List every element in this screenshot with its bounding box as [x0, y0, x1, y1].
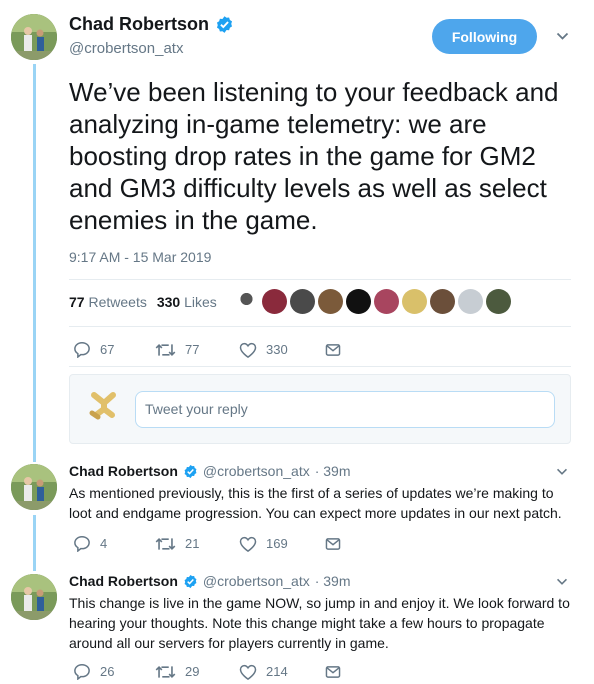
retweet-button[interactable]: 29 [155, 664, 239, 680]
tweet-actions: 4 21 169 [73, 535, 341, 552]
author-handle[interactable]: @crobertson_atx [69, 40, 183, 57]
reply-icon [74, 535, 90, 552]
liker-avatar[interactable] [402, 289, 427, 314]
author-header[interactable]: Chad Robertson [69, 14, 234, 35]
reply-icon [74, 341, 90, 358]
reply-header: Chad Robertson @crobertson_atx · 39m [69, 463, 351, 479]
reply-button[interactable]: 4 [73, 535, 155, 552]
liker-avatar[interactable] [486, 289, 511, 314]
liker-avatar[interactable] [346, 289, 371, 314]
retweet-icon [155, 537, 176, 550]
reply-count: 26 [100, 664, 115, 679]
avatar[interactable] [11, 464, 57, 510]
direct-message-button[interactable] [325, 665, 341, 679]
reply-button[interactable]: 26 [73, 663, 155, 680]
tweet-actions: 67 77 330 [73, 341, 341, 358]
chevron-down-icon[interactable] [556, 32, 569, 41]
reply-header: Chad Robertson @crobertson_atx · 39m [69, 573, 351, 589]
liker-avatar[interactable] [290, 289, 315, 314]
tweet-text: We’ve been listening to your feedback an… [69, 77, 559, 235]
retweet-count: 29 [185, 664, 200, 679]
liker-avatar[interactable] [430, 289, 455, 314]
reply-button[interactable]: 67 [73, 341, 155, 358]
tweet-timestamp[interactable]: 9:17 AM - 15 Mar 2019 [69, 249, 211, 265]
retweet-button[interactable]: 21 [155, 536, 239, 552]
message-icon [325, 665, 341, 678]
avatar[interactable] [11, 14, 57, 60]
divider [69, 326, 571, 327]
verified-badge-icon [184, 574, 197, 588]
likers-avatars [234, 289, 511, 314]
retweet-icon [155, 343, 176, 356]
verified-badge-icon [216, 16, 233, 33]
tweet-actions: 26 29 214 [73, 663, 341, 680]
liker-avatar[interactable] [262, 289, 287, 314]
following-button[interactable]: Following [432, 19, 537, 54]
liker-avatar[interactable] [458, 289, 483, 314]
like-count: 169 [266, 536, 288, 551]
like-button[interactable]: 169 [239, 536, 325, 552]
verified-badge-icon [184, 464, 197, 478]
avatar[interactable] [11, 574, 57, 620]
liker-avatar[interactable] [318, 289, 343, 314]
tweet-stats: 77 Retweets 330 Likes [69, 294, 217, 310]
divider [69, 279, 571, 280]
tweet-time[interactable]: · 39m [315, 573, 351, 589]
author-handle[interactable]: @crobertson_atx [203, 573, 310, 589]
divider [69, 366, 571, 367]
user-avatar-icon[interactable] [86, 389, 120, 423]
like-count: 214 [266, 664, 288, 679]
like-icon [239, 536, 257, 552]
tweet-time[interactable]: · 39m [315, 463, 351, 479]
author-handle[interactable]: @crobertson_atx [203, 463, 310, 479]
direct-message-button[interactable] [325, 537, 341, 551]
retweets-stat[interactable]: 77 Retweets [69, 294, 147, 310]
retweet-button[interactable]: 77 [155, 342, 239, 358]
like-icon [239, 664, 257, 680]
retweet-icon [155, 665, 176, 678]
reply-count: 67 [100, 342, 115, 357]
thread-line [33, 64, 36, 462]
likes-stat[interactable]: 330 Likes [157, 294, 217, 310]
retweet-count: 21 [185, 536, 200, 551]
direct-message-button[interactable] [325, 343, 341, 357]
reply-icon [74, 663, 90, 680]
like-icon [239, 342, 257, 358]
retweet-count: 77 [185, 342, 200, 357]
reply-input[interactable]: Tweet your reply [135, 391, 555, 428]
like-button[interactable]: 214 [239, 664, 325, 680]
reply-text: As mentioned previously, this is the fir… [69, 485, 562, 521]
like-count: 330 [266, 342, 288, 357]
author-name[interactable]: Chad Robertson [69, 14, 209, 35]
chevron-down-icon[interactable] [556, 578, 568, 586]
like-button[interactable]: 330 [239, 342, 325, 358]
liker-avatar[interactable] [374, 289, 399, 314]
message-icon [325, 343, 341, 356]
reply-composer: Tweet your reply [69, 374, 571, 444]
chevron-down-icon[interactable] [556, 468, 568, 476]
author-name[interactable]: Chad Robertson [69, 573, 178, 589]
liker-avatar[interactable] [234, 289, 259, 314]
author-name[interactable]: Chad Robertson [69, 463, 178, 479]
thread-line [33, 515, 36, 571]
message-icon [325, 537, 341, 550]
reply-count: 4 [100, 536, 108, 551]
reply-text: This change is live in the game NOW, so … [69, 595, 570, 651]
